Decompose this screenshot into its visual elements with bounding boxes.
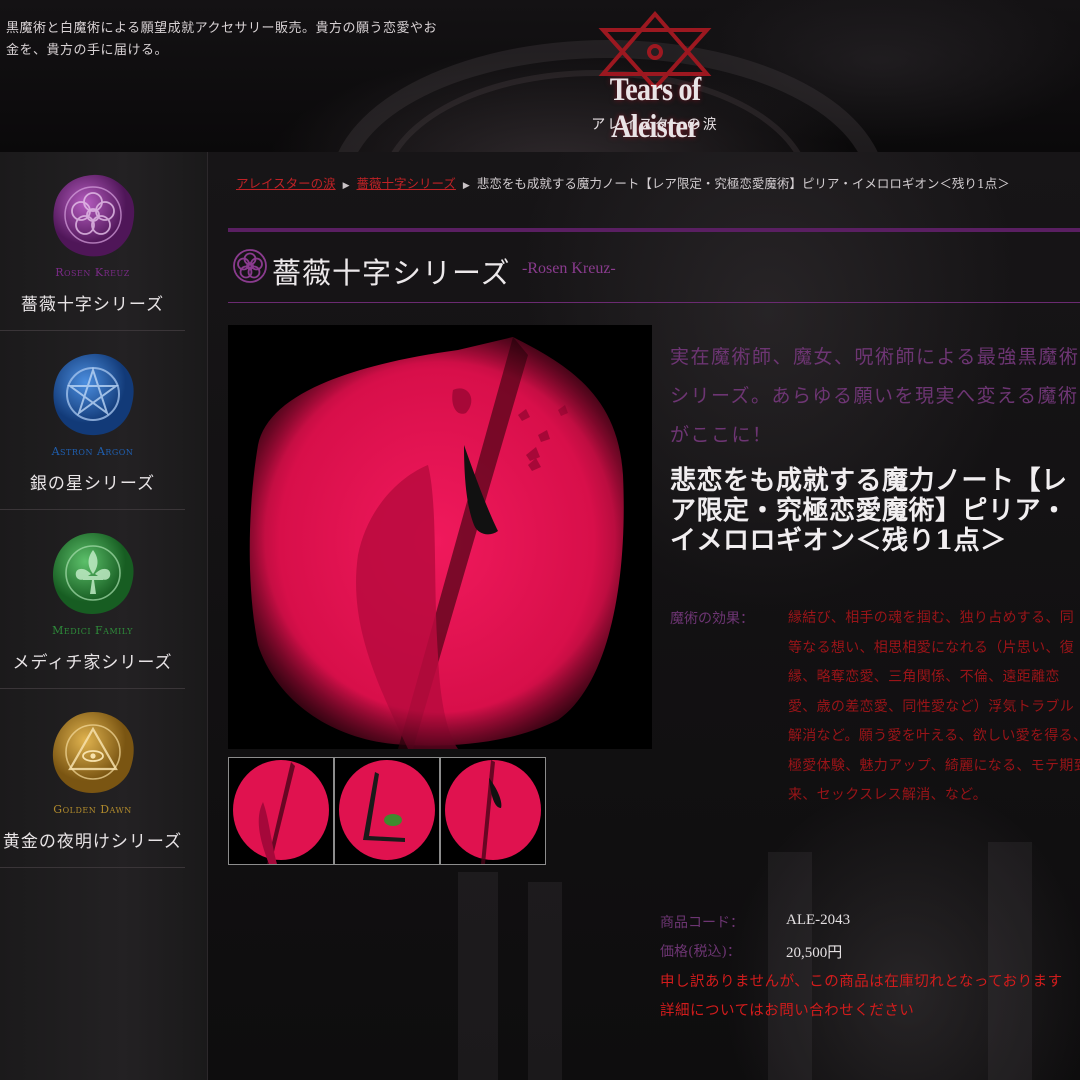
product-main-image[interactable] bbox=[228, 325, 652, 749]
product-main: アレイスターの涙 ▶ 薔薇十字シリーズ ▶ 悲恋をも成就する魔力ノート【レア限定… bbox=[208, 152, 1080, 1080]
sidebar-item-en-label: Rosen Kreuz bbox=[55, 266, 130, 279]
sidebar-item-en-label: Medici Family bbox=[52, 624, 133, 637]
breadcrumb-home-link[interactable]: アレイスターの涙 bbox=[236, 176, 336, 191]
product-thumbnail[interactable] bbox=[228, 757, 334, 865]
eye-of-providence-seal-icon bbox=[52, 712, 134, 793]
product-code-value: ALE-2043 bbox=[786, 912, 851, 928]
effect-label: 魔術の効果： bbox=[670, 611, 754, 627]
price-value: 20,500円 bbox=[786, 945, 843, 961]
sidebar-item-label: メディチ家シリーズ bbox=[12, 653, 173, 673]
rose-icon bbox=[233, 249, 267, 283]
product-title: 悲恋をも成就する魔力ノート【レア限定・究極恋愛魔術】ピリア・イメロロギオン＜残り… bbox=[670, 466, 1068, 556]
background-pillar bbox=[528, 882, 562, 1080]
logo-subtitle: アレイスターの涙 bbox=[591, 117, 719, 133]
product-thumbnails bbox=[228, 757, 548, 865]
breadcrumb-separator-icon: ▶ bbox=[462, 181, 470, 191]
divider bbox=[228, 302, 1080, 303]
sidebar-item-golden-dawn[interactable]: Golden Dawn 黄金の夜明けシリーズ bbox=[0, 689, 185, 868]
series-lead-text: 実在魔術師、魔女、呪術師による最強黒魔術シリーズ。あらゆる願いを現実へ変える魔術… bbox=[670, 346, 1080, 446]
product-thumbnail[interactable] bbox=[440, 757, 546, 865]
product-thumbnail[interactable] bbox=[334, 757, 440, 865]
site-header: 黒魔術と白魔術による願望成就アクセサリー販売。貴方の願う恋愛やお金を、貴方の手に… bbox=[0, 0, 1080, 153]
rose-seal-icon bbox=[53, 174, 135, 257]
sidebar-item-label: 黄金の夜明けシリーズ bbox=[2, 832, 183, 852]
series-heading: 薔薇十字シリーズ -Rosen Kreuz- bbox=[228, 244, 1080, 296]
out-of-stock-notice: 申し訳ありませんが、この商品は在庫切れとなっております 詳細についてはお問い合わ… bbox=[660, 968, 1080, 1026]
pentagram-seal-icon bbox=[53, 353, 134, 436]
sidebar-item-en-label: Golden Dawn bbox=[53, 803, 132, 816]
price-label: 価格(税込)： bbox=[660, 944, 741, 960]
breadcrumb-current: 悲恋をも成就する魔力ノート【レア限定・究極恋愛魔術】ピリア・イメロロギオン＜残り… bbox=[476, 176, 1010, 191]
sidebar-item-en-label: Astron Argon bbox=[51, 445, 134, 458]
series-sidebar: Rosen Kreuz 薔薇十字シリーズ Astron Argon 銀の星シリー… bbox=[0, 152, 208, 1080]
sidebar-item-astron-argon[interactable]: Astron Argon 銀の星シリーズ bbox=[0, 331, 185, 510]
breadcrumb: アレイスターの涙 ▶ 薔薇十字シリーズ ▶ 悲恋をも成就する魔力ノート【レア限定… bbox=[236, 174, 1080, 196]
logo-title: Tears of Aleister bbox=[609, 72, 701, 145]
background-pillar bbox=[458, 872, 498, 1080]
breadcrumb-separator-icon: ▶ bbox=[342, 181, 350, 191]
sidebar-item-label: 薔薇十字シリーズ bbox=[20, 295, 165, 315]
sidebar-item-label: 銀の星シリーズ bbox=[29, 474, 156, 494]
breadcrumb-series-link[interactable]: 薔薇十字シリーズ bbox=[357, 176, 456, 191]
divider bbox=[228, 228, 1080, 232]
sidebar-item-rosen-kreuz[interactable]: Rosen Kreuz 薔薇十字シリーズ bbox=[0, 152, 185, 331]
effect-description: 縁結び、相手の魂を掴む、独り占めする、同等なる想い、相思相愛になれる（片思い、復… bbox=[788, 610, 1080, 803]
sidebar-item-medici-family[interactable]: Medici Family メディチ家シリーズ bbox=[0, 510, 185, 689]
contact-message: 詳細についてはお問い合わせください bbox=[660, 1003, 915, 1019]
site-tagline: 黒魔術と白魔術による願望成就アクセサリー販売。貴方の願う恋愛やお金を、貴方の手に… bbox=[6, 21, 437, 58]
background-pillar bbox=[768, 852, 812, 1080]
site-logo[interactable]: Tears of Aleister アレイスターの涙 bbox=[555, 10, 755, 145]
series-heading-jp: 薔薇十字シリーズ bbox=[272, 256, 511, 290]
background-pillar bbox=[988, 842, 1032, 1080]
fleur-de-lis-seal-icon bbox=[52, 533, 134, 614]
product-code-label: 商品コード： bbox=[660, 915, 744, 931]
out-of-stock-message: 申し訳ありませんが、この商品は在庫切れとなっております bbox=[660, 974, 1063, 990]
series-heading-en: -Rosen Kreuz- bbox=[522, 260, 616, 277]
